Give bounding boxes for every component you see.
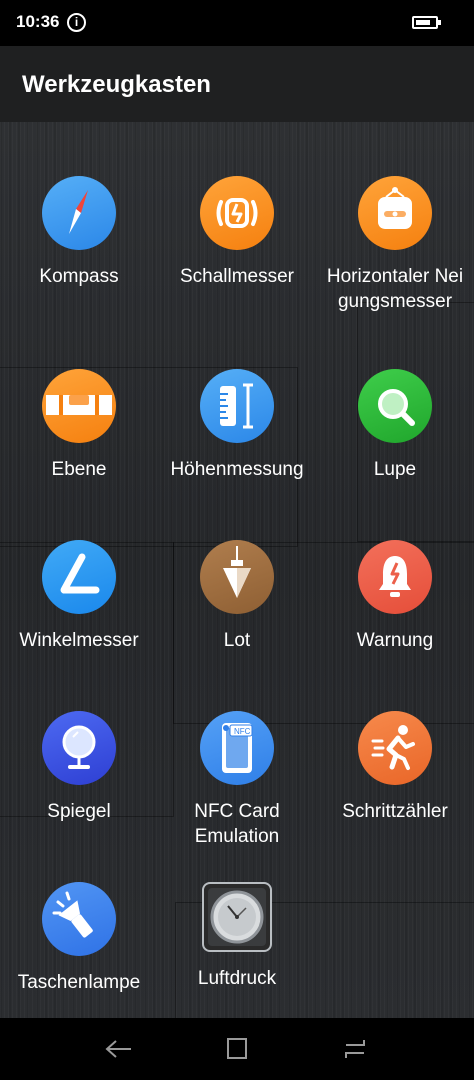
navigation-bar (0, 1018, 474, 1080)
tool-luftdruck[interactable]: Luftdruck (158, 882, 316, 991)
compass-icon (42, 176, 116, 250)
tilt-meter-icon (358, 176, 432, 250)
tool-spiegel[interactable]: Spiegel (0, 711, 158, 824)
tool-label: NFC Card Emulation (194, 801, 280, 847)
tool-lot[interactable]: Lot (158, 540, 316, 653)
battery-icon (412, 16, 441, 29)
tool-label: Lupe (373, 459, 417, 480)
tool-label: Warnung (356, 630, 434, 651)
screen: 10:36 i Werkzeugkasten Kompass Schallmes… (0, 0, 474, 1080)
tool-label: Horizontaler Nei gungsmesser (326, 266, 464, 312)
flashlight-icon (42, 882, 116, 956)
mirror-icon (42, 711, 116, 785)
tool-label: Ebene (51, 459, 107, 480)
tool-label: Winkelmesser (19, 630, 139, 651)
protractor-icon (42, 540, 116, 614)
status-time: 10:36 (16, 12, 60, 31)
nfc-card-icon: NFC (200, 711, 274, 785)
tool-taschenlampe[interactable]: Taschenlampe (0, 882, 158, 995)
app-bar: Werkzeugkasten (0, 46, 474, 122)
back-arrow-icon[interactable] (102, 1032, 136, 1066)
tool-horizontaler-neigungsmesser[interactable]: Horizontaler Nei gungsmesser (316, 176, 474, 314)
tool-label: Schrittzähler (342, 801, 448, 822)
tool-grid: Kompass Schallmesser Horizontaler Nei gu… (0, 122, 474, 1022)
status-bar: 10:36 i (0, 0, 474, 46)
alarm-bell-icon (358, 540, 432, 614)
plumb-bob-icon (200, 540, 274, 614)
home-square-icon[interactable] (220, 1032, 254, 1066)
tool-label: Taschenlampe (17, 972, 141, 993)
tool-hoehenmessung[interactable]: Höhenmessung (158, 369, 316, 482)
svg-text:NFC: NFC (234, 727, 251, 736)
level-icon (42, 369, 116, 443)
page-title: Werkzeugkasten (22, 71, 211, 98)
tool-label: Kompass (39, 266, 119, 287)
tool-lupe[interactable]: Lupe (316, 369, 474, 482)
magnifier-icon (358, 369, 432, 443)
info-icon: i (67, 13, 86, 32)
recents-icon[interactable] (338, 1032, 372, 1066)
tool-winkelmesser[interactable]: Winkelmesser (0, 540, 158, 653)
barometer-icon (202, 882, 272, 952)
tool-label: Luftdruck (197, 968, 277, 989)
tool-schrittzaehler[interactable]: Schrittzähler (316, 711, 474, 824)
pedometer-icon (358, 711, 432, 785)
tool-label: Spiegel (47, 801, 111, 822)
tool-schallmesser[interactable]: Schallmesser (158, 176, 316, 289)
tool-label: Schallmesser (179, 266, 295, 287)
tool-label: Lot (223, 630, 251, 651)
sound-meter-icon (200, 176, 274, 250)
tool-warnung[interactable]: Warnung (316, 540, 474, 653)
tool-nfc-card-emulation[interactable]: NFC NFC Card Emulation (158, 711, 316, 849)
tool-kompass[interactable]: Kompass (0, 176, 158, 289)
height-measure-icon (200, 369, 274, 443)
tool-ebene[interactable]: Ebene (0, 369, 158, 482)
tool-label: Höhenmessung (170, 459, 304, 480)
